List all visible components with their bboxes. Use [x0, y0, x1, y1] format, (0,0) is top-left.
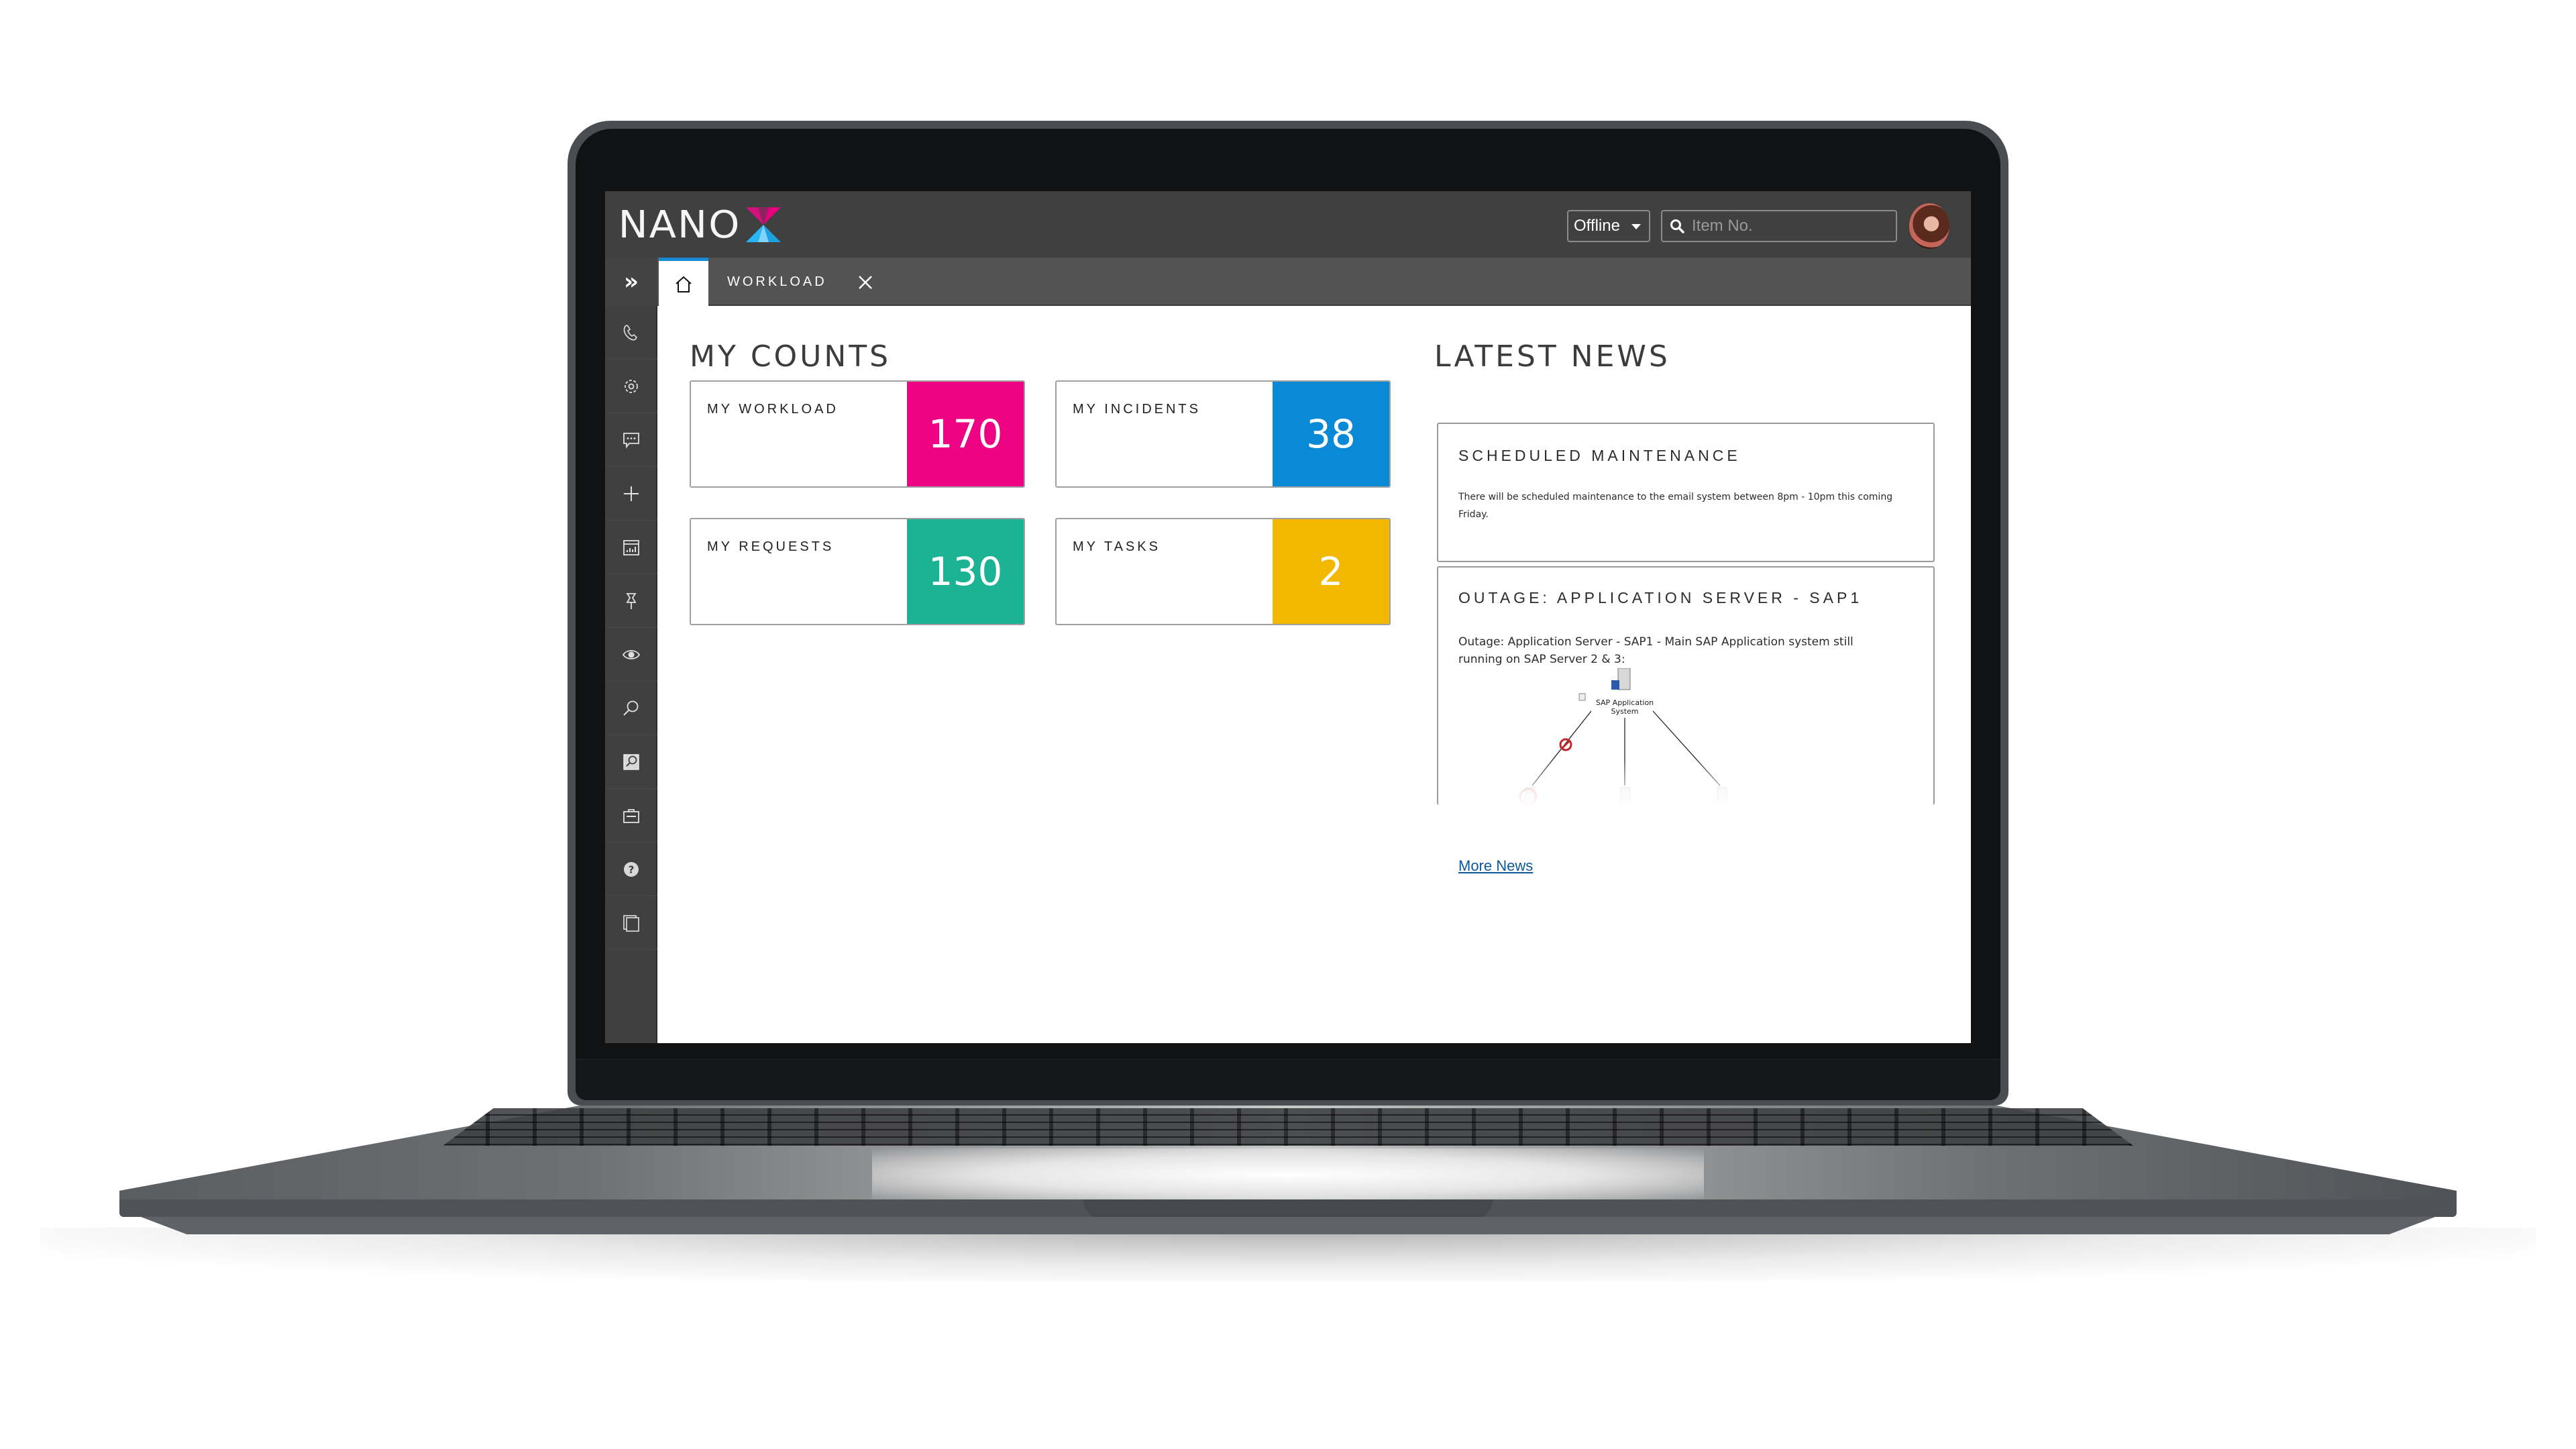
- briefcase-icon: [623, 808, 639, 823]
- search-box-icon: [623, 753, 639, 770]
- blocked-icon: [1559, 738, 1572, 751]
- sidebar-item-phone[interactable]: [605, 306, 657, 360]
- count-card-workload[interactable]: MY WORKLOAD 170: [690, 380, 1025, 488]
- laptop-trackpad: [872, 1148, 1704, 1201]
- news-body: There will be scheduled maintenance to t…: [1458, 492, 1893, 520]
- brand-name: NANO: [618, 203, 741, 247]
- sidebar-item-pin[interactable]: [605, 574, 657, 628]
- sidebar-item-add[interactable]: [605, 467, 657, 521]
- news-body: Outage: Application Server - SAP1 - Main…: [1458, 635, 1854, 666]
- help-icon: ?: [624, 861, 639, 877]
- count-card-incidents[interactable]: MY INCIDENTS 38: [1055, 380, 1391, 488]
- count-card-tasks[interactable]: MY TASKS 2: [1055, 518, 1391, 625]
- status-value: Offline: [1574, 217, 1620, 235]
- news-item[interactable]: SCHEDULED MAINTENANCE There will be sche…: [1437, 423, 1935, 562]
- news-heading: SCHEDULED MAINTENANCE: [1458, 447, 1741, 464]
- laptop-shadow: [40, 1228, 2536, 1281]
- sidebar-item-reports[interactable]: [605, 521, 657, 574]
- search-icon: [1670, 219, 1684, 233]
- sidebar-item-search[interactable]: [605, 682, 657, 735]
- laptop-base-bottom: [141, 1217, 2435, 1234]
- diagram-root-label-2: System: [1611, 707, 1638, 716]
- sidebar-item-advanced-search[interactable]: [605, 735, 657, 789]
- phone-icon: [623, 324, 638, 340]
- latest-news-title: LATEST NEWS: [1434, 339, 1670, 374]
- top-bar: NANO Offline: [605, 191, 1971, 258]
- sidebar-item-help[interactable]: ?: [605, 843, 657, 896]
- sidebar: ?: [605, 306, 657, 1043]
- status-select[interactable]: Offline: [1567, 210, 1650, 242]
- tab-workload[interactable]: WORKLOAD: [727, 258, 827, 306]
- laptop-keyboard-rows: [443, 1108, 2133, 1146]
- search-icon: [623, 700, 639, 716]
- count-card-label: MY TASKS: [1073, 539, 1161, 554]
- brand-x-icon: [746, 207, 782, 242]
- sidebar-item-toolbox[interactable]: [605, 789, 657, 843]
- user-avatar[interactable]: [1909, 203, 1949, 249]
- count-card-label: MY INCIDENTS: [1073, 402, 1201, 417]
- news-item[interactable]: OUTAGE: APPLICATION SERVER - SAP1 Outage…: [1437, 566, 1935, 805]
- sidebar-item-settings[interactable]: [605, 360, 657, 413]
- item-search-input[interactable]: [1692, 217, 1886, 235]
- my-counts-title: MY COUNTS: [690, 339, 892, 374]
- app-window: NANO Offline »: [605, 191, 1971, 1043]
- laptop-bezel-chin: [576, 1059, 2000, 1100]
- count-card-label: MY REQUESTS: [707, 539, 835, 554]
- sidebar-expand-button[interactable]: »: [605, 258, 657, 306]
- item-search[interactable]: [1661, 210, 1897, 242]
- calendar-chart-icon: [623, 539, 639, 555]
- count-card-value: 130: [907, 519, 1024, 624]
- gear-icon: [625, 379, 638, 393]
- tab-bar: » WORKLOAD: [605, 258, 1971, 307]
- sidebar-item-chat[interactable]: [605, 413, 657, 467]
- root-server-icon: [1611, 668, 1631, 690]
- laptop-lid-notch: [1083, 1199, 1493, 1220]
- count-card-value: 38: [1273, 382, 1389, 486]
- count-card-requests[interactable]: MY REQUESTS 130: [690, 518, 1025, 625]
- home-icon: [676, 276, 692, 292]
- eye-icon: [622, 649, 641, 659]
- news-fade-overlay: [1438, 758, 1933, 805]
- diagram-root-label-1: SAP Application: [1596, 698, 1654, 707]
- pin-icon: [626, 592, 637, 609]
- count-card-value: 2: [1273, 519, 1389, 624]
- windows-icon: [623, 914, 639, 932]
- double-chevron-right-icon: »: [624, 268, 639, 295]
- sidebar-item-windows[interactable]: [605, 896, 657, 950]
- chat-bubble-icon: [623, 432, 639, 449]
- news-heading: OUTAGE: APPLICATION SERVER - SAP1: [1458, 589, 1863, 606]
- main-content: MY COUNTS MY WORKLOAD 170 MY INCIDENTS 3…: [659, 307, 1971, 1043]
- count-card-value: 170: [907, 382, 1024, 486]
- svg-text:?: ?: [629, 863, 635, 875]
- close-icon[interactable]: [856, 273, 875, 292]
- more-news-link[interactable]: More News: [1458, 857, 1533, 875]
- collapse-toggle-icon[interactable]: [1578, 693, 1586, 701]
- tab-home[interactable]: [659, 258, 708, 307]
- chevron-down-icon: [1631, 224, 1641, 229]
- sidebar-item-watch[interactable]: [605, 628, 657, 682]
- brand-logo[interactable]: NANO: [618, 203, 782, 247]
- count-card-label: MY WORKLOAD: [707, 402, 839, 417]
- plus-icon: [624, 486, 639, 501]
